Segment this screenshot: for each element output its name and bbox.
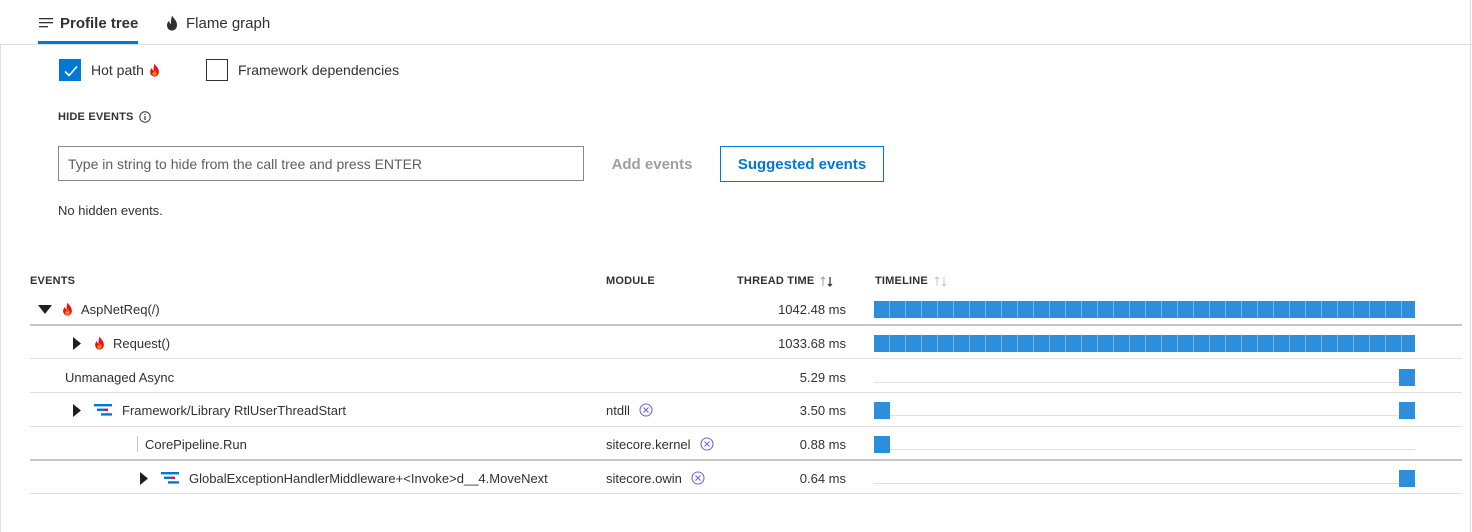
event-cell: Framework/Library RtlUserThreadStart — [70, 393, 346, 427]
suggested-events-button[interactable]: Suggested events — [720, 146, 884, 182]
module-cell: ntdll — [606, 393, 653, 427]
thread-time-value: 5.29 ms — [799, 369, 846, 385]
table-row[interactable]: Framework/Library RtlUserThreadStart ntd… — [30, 393, 1462, 427]
timeline-cell — [874, 393, 1415, 427]
frame-right-border — [1470, 0, 1471, 532]
sort-descending-icon — [820, 275, 834, 287]
hidden-events-status: No hidden events. — [58, 203, 163, 218]
hot-path-text: Hot path — [91, 62, 144, 78]
remove-module-icon[interactable] — [639, 403, 653, 417]
thread-time-value: 1033.68 ms — [778, 335, 846, 351]
event-name: GlobalExceptionHandlerMiddleware+<Invoke… — [189, 470, 548, 486]
info-icon[interactable] — [138, 111, 151, 123]
hide-events-title: HIDE EVENTS — [58, 111, 134, 123]
caret-collapsed-icon[interactable] — [70, 393, 84, 427]
row-divider — [30, 358, 1462, 359]
thread-time-value: 3.50 ms — [799, 402, 846, 418]
timeline-cell — [874, 360, 1415, 394]
module-name: sitecore.kernel — [606, 436, 691, 452]
column-header-module[interactable]: MODULE — [606, 275, 655, 287]
event-name: CorePipeline.Run — [145, 436, 247, 452]
timeline-baseline — [874, 415, 1415, 416]
table-row[interactable]: Request() 1033.68 ms — [30, 326, 1462, 360]
event-name: AspNetReq(/) — [81, 301, 160, 317]
caret-collapsed-icon[interactable] — [137, 461, 151, 495]
thread-time-label: THREAD TIME — [737, 275, 815, 287]
timeline-label: TIMELINE — [875, 275, 928, 287]
row-divider — [30, 493, 1462, 494]
event-cell: CorePipeline.Run — [137, 427, 247, 461]
caret-collapsed-icon[interactable] — [70, 326, 84, 360]
list-icon — [38, 15, 54, 31]
thread-time-value: 0.64 ms — [799, 470, 846, 486]
timeline-cell — [874, 326, 1415, 360]
table-row[interactable]: GlobalExceptionHandlerMiddleware+<Invoke… — [30, 461, 1462, 495]
module-name: sitecore.owin — [606, 470, 682, 486]
table-row[interactable]: AspNetReq(/) 1042.48 ms — [30, 292, 1462, 326]
tab-flame-graph-label: Flame graph — [186, 14, 271, 32]
timeline-bar — [874, 402, 890, 419]
tab-profile-tree[interactable]: Profile tree — [38, 12, 138, 34]
flame-icon — [94, 336, 105, 350]
framework-dependencies-label: Framework dependencies — [238, 62, 400, 78]
thread-time-value: 0.88 ms — [799, 436, 846, 452]
timeline-baseline — [874, 449, 1415, 450]
timeline-cell — [874, 427, 1415, 461]
remove-module-icon[interactable] — [699, 437, 714, 451]
hot-path-checkbox[interactable] — [59, 59, 81, 81]
timeline-bar — [1399, 402, 1415, 419]
flame-icon — [62, 302, 73, 316]
stack-icon — [94, 404, 112, 416]
timeline-baseline — [874, 483, 1415, 484]
sort-icon — [934, 275, 948, 287]
tab-profile-tree-label: Profile tree — [60, 14, 139, 32]
timeline-bar — [874, 301, 1415, 318]
column-header-thread-time[interactable]: THREAD TIME — [737, 275, 834, 287]
tab-flame-graph[interactable]: Flame graph — [164, 12, 270, 34]
tree-guide-line — [137, 436, 138, 452]
tab-bar: Profile tree Flame graph — [0, 0, 1472, 45]
event-name: Framework/Library RtlUserThreadStart — [122, 402, 346, 418]
stack-icon — [161, 472, 179, 484]
remove-module-icon[interactable] — [691, 471, 705, 485]
caret-expanded-icon[interactable] — [38, 292, 52, 326]
flame-icon — [164, 15, 180, 31]
column-header-events[interactable]: EVENTS — [30, 275, 75, 287]
active-tab-indicator — [38, 41, 138, 44]
timeline-bar — [1398, 369, 1415, 386]
event-cell: Request() — [70, 326, 170, 360]
timeline-cell — [874, 461, 1415, 495]
module-cell: sitecore.owin — [606, 461, 705, 495]
event-name: Request() — [113, 335, 171, 351]
hot-path-label: Hot path — [91, 62, 168, 78]
flame-icon — [149, 63, 160, 77]
column-header-timeline[interactable]: TIMELINE — [875, 275, 948, 287]
table-row[interactable]: Unmanaged Async 5.29 ms — [30, 360, 1462, 394]
event-name: Unmanaged Async — [65, 369, 175, 385]
frame-left-border — [0, 44, 1, 532]
table-row[interactable]: CorePipeline.Run sitecore.kernel 0.88 ms — [30, 427, 1462, 461]
timeline-bar — [1398, 470, 1415, 487]
module-cell: sitecore.kernel — [606, 427, 714, 461]
framework-dependencies-checkbox[interactable] — [206, 59, 228, 81]
event-cell: AspNetReq(/) — [38, 292, 160, 326]
thread-time-value: 1042.48 ms — [778, 301, 846, 317]
add-events-button[interactable]: Add events — [600, 146, 704, 182]
module-name: ntdll — [606, 402, 630, 418]
hide-events-heading: HIDE EVENTS — [58, 111, 151, 123]
event-cell: Unmanaged Async — [65, 360, 174, 394]
event-cell: GlobalExceptionHandlerMiddleware+<Invoke… — [137, 461, 548, 495]
hide-events-input[interactable] — [58, 146, 584, 181]
timeline-baseline — [874, 382, 1415, 383]
timeline-cell — [874, 292, 1415, 326]
timeline-bar — [874, 335, 1415, 352]
timeline-bar — [874, 436, 891, 453]
checkmark-icon — [64, 65, 78, 77]
